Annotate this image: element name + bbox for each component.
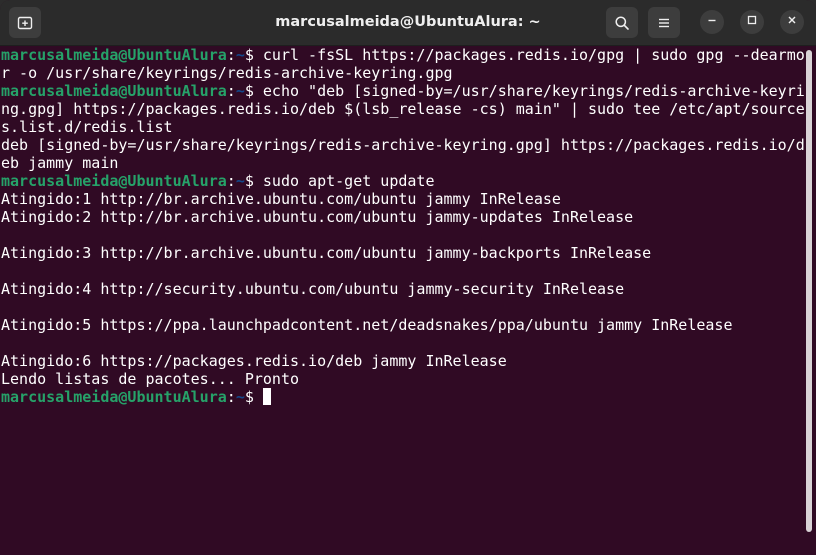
prompt-line: marcusalmeida@UbuntuAlura:~$ [0,388,804,406]
minimize-button[interactable] [700,10,724,34]
prompt-line: marcusalmeida@UbuntuAlura:~$ sudo apt-ge… [0,172,804,190]
output-text: Atingido:4 http://security.ubuntu.com/ub… [1,280,625,298]
output-line: Atingido:6 https://packages.redis.io/deb… [0,352,804,370]
output-line: eb jammy main [0,154,804,172]
output-text: Lendo listas de pacotes... Pronto [1,370,300,388]
output-line: Atingido:2 http://br.archive.ubuntu.com/… [0,208,804,226]
output-line: Atingido:1 http://br.archive.ubuntu.com/… [0,190,804,208]
output-text: Atingido:2 http://br.archive.ubuntu.com/… [1,208,634,226]
prompt-symbol: $ [244,46,263,64]
output-text: eb jammy main [1,154,119,172]
output-text: Atingido:3 http://br.archive.ubuntu.com/… [1,244,652,262]
prompt-symbol: $ [244,82,263,100]
prompt-path: ~ [235,82,245,100]
output-line: Atingido:4 http://security.ubuntu.com/ub… [0,280,804,298]
terminal-window: marcusalmeida@UbuntuAlura: ~ marcusalmei… [0,0,816,555]
close-icon [786,13,798,31]
prompt-user-host: marcusalmeida@UbuntuAlura [1,388,227,406]
output-line: Lendo listas de pacotes... Pronto [0,370,804,388]
output-text: deb [signed-by=/usr/share/keyrings/redis… [1,136,805,154]
prompt-path: ~ [235,46,245,64]
output-text: Atingido:1 http://br.archive.ubuntu.com/… [1,190,561,208]
prompt-line: marcusalmeida@UbuntuAlura:~$ curl -fsSL … [0,46,805,64]
command-text: sudo apt-get update [262,172,435,190]
output-text: r -o /usr/share/keyrings/redis-archive-k… [1,64,453,82]
output-line: Atingido:5 https://ppa.launchpadcontent.… [0,316,804,334]
prompt-user-host: marcusalmeida@UbuntuAlura [1,82,227,100]
output-line: Atingido:3 http://br.archive.ubuntu.com/… [0,244,804,262]
search-button[interactable] [606,7,638,38]
prompt-path: ~ [235,172,245,190]
text-cursor [262,388,271,405]
output-line: s.list.d/redis.list [0,118,804,136]
command-text: curl -fsSL https://packages.redis.io/gpg… [262,46,805,64]
new-tab-icon [17,15,33,31]
window-title: marcusalmeida@UbuntuAlura: ~ [275,14,541,30]
command-text: echo "deb [signed-by=/usr/share/keyrings… [262,82,805,100]
prompt-colon: : [226,82,236,100]
new-tab-button[interactable] [9,7,41,38]
prompt-user-host: marcusalmeida@UbuntuAlura [1,46,227,64]
prompt-line: marcusalmeida@UbuntuAlura:~$ echo "deb [… [0,82,805,100]
output-text: s.list.d/redis.list [1,118,173,136]
prompt-symbol: $ [244,172,263,190]
prompt-colon: : [226,172,236,190]
output-text: Atingido:5 https://ppa.launchpadcontent.… [1,316,733,334]
maximize-button[interactable] [740,10,764,34]
prompt-symbol: $ [244,388,263,406]
title-bar[interactable]: marcusalmeida@UbuntuAlura: ~ [0,0,816,46]
scrollbar[interactable] [806,50,812,532]
output-line: ng.gpg] https://packages.redis.io/deb $(… [0,100,805,118]
prompt-colon: : [226,46,236,64]
close-button[interactable] [780,10,804,34]
prompt-colon: : [226,388,236,406]
hamburger-menu-icon [657,16,671,30]
prompt-path: ~ [235,388,245,406]
prompt-user-host: marcusalmeida@UbuntuAlura [1,172,227,190]
menu-button[interactable] [648,7,680,38]
terminal-output[interactable]: marcusalmeida@UbuntuAlura:~$ curl -fsSL … [0,46,805,555]
output-text: ng.gpg] https://packages.redis.io/deb $(… [1,100,805,118]
minimize-icon [706,13,718,31]
output-line: deb [signed-by=/usr/share/keyrings/redis… [0,136,805,154]
maximize-icon [746,13,758,31]
search-icon [614,15,630,31]
output-text: Atingido:6 https://packages.redis.io/deb… [1,352,507,370]
output-line: r -o /usr/share/keyrings/redis-archive-k… [0,64,804,82]
